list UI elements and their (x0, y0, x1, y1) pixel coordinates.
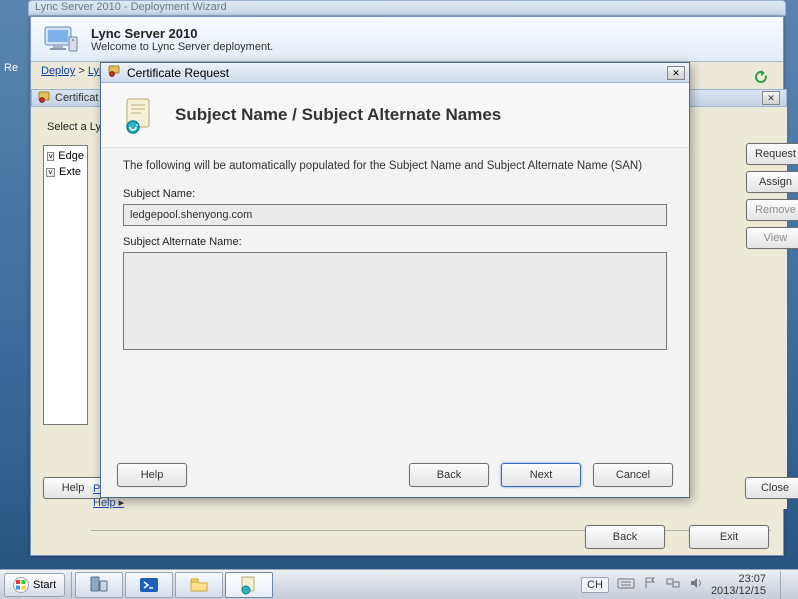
dialog-body: The following will be automatically popu… (101, 148, 689, 362)
dialog-back-button[interactable]: Back (409, 463, 489, 487)
ime-indicator[interactable]: CH (581, 577, 609, 593)
powershell-icon (138, 575, 160, 595)
request-button[interactable]: Request (746, 143, 798, 165)
refresh-icon[interactable] (753, 69, 769, 88)
dialog-cancel-button[interactable]: Cancel (593, 463, 673, 487)
monitor-server-icon (41, 23, 81, 55)
clock-time: 23:07 (711, 573, 766, 585)
parent-window-title: Lync Server 2010 - Deployment Wizard (35, 1, 227, 13)
taskbar: Start CH (0, 569, 798, 599)
dialog-help-button[interactable]: Help (117, 463, 187, 487)
certificate-window-title: Certificat (55, 92, 98, 104)
view-button[interactable]: View (746, 227, 798, 249)
certificate-icon (38, 91, 50, 106)
tree-collapse-icon[interactable]: ˅ (46, 168, 55, 177)
windows-logo-icon (13, 577, 29, 593)
taskbar-item-lync-deployment[interactable] (225, 572, 273, 598)
back-button[interactable]: Back (585, 525, 665, 549)
dialog-info-text: The following will be automatically popu… (123, 160, 667, 172)
network-icon[interactable] (665, 576, 681, 593)
close-icon[interactable]: ✕ (762, 91, 780, 105)
breadcrumb-link-deploy[interactable]: Deploy (41, 65, 75, 77)
server-manager-icon (88, 575, 110, 595)
clock-date: 2013/12/15 (711, 585, 766, 597)
deployment-subtitle: Welcome to Lync Server deployment. (91, 41, 273, 53)
deployment-header: Lync Server 2010 Welcome to Lync Server … (31, 17, 783, 62)
deployment-title: Lync Server 2010 (91, 26, 273, 41)
certificate-task-icon (238, 575, 260, 595)
subject-name-label: Subject Name: (123, 188, 667, 200)
san-label: Subject Alternate Name: (123, 236, 667, 248)
dialog-icon (107, 64, 121, 81)
system-tray: CH 23:07 2013/12/15 (573, 571, 798, 599)
deployment-footer-buttons: Back Exit (585, 525, 769, 549)
tree-row: ˅ Exte (44, 164, 87, 180)
dialog-header: Subject Name / Subject Alternate Names (101, 83, 689, 148)
start-label: Start (33, 579, 56, 591)
desktop: Lync Server 2010 - Deployment Wizard Re … (0, 0, 798, 599)
taskbar-item-powershell[interactable] (125, 572, 173, 598)
tree-row: ˅ Edge (44, 148, 87, 164)
dialog-titlebar[interactable]: Certificate Request ✕ (101, 63, 689, 83)
flag-icon[interactable] (643, 576, 657, 593)
tree-item-edge[interactable]: Edge (58, 150, 84, 162)
taskbar-item-server-manager[interactable] (75, 572, 123, 598)
taskbar-item-explorer[interactable] (175, 572, 223, 598)
certificate-request-dialog: Certificate Request ✕ Subject Name / Sub… (100, 62, 690, 498)
certificate-tree[interactable]: ˅ Edge ˅ Exte (43, 145, 88, 425)
dialog-footer: Help Back Next Cancel (117, 463, 673, 487)
keyboard-icon[interactable] (617, 576, 635, 593)
certificate-action-buttons: Request Assign Remove View (746, 143, 798, 249)
remove-button[interactable]: Remove (746, 199, 798, 221)
dialog-heading: Subject Name / Subject Alternate Names (175, 105, 501, 125)
exit-button[interactable]: Exit (689, 525, 769, 549)
close-icon[interactable]: ✕ (667, 66, 685, 80)
breadcrumb-separator: > (78, 65, 84, 77)
tree-collapse-icon[interactable]: ˅ (47, 152, 54, 161)
san-listbox[interactable] (123, 252, 667, 350)
parent-window-titlebar: Lync Server 2010 - Deployment Wizard (28, 0, 786, 16)
close-button[interactable]: Close (745, 477, 798, 499)
chevron-right-icon: ▸ (116, 497, 125, 509)
clock[interactable]: 23:07 2013/12/15 (711, 573, 766, 597)
taskbar-separator (71, 572, 72, 598)
dialog-next-button[interactable]: Next (501, 463, 581, 487)
start-button[interactable]: Start (4, 573, 65, 597)
certificate-big-icon (119, 95, 159, 135)
tree-item-exte[interactable]: Exte (59, 166, 81, 178)
subject-name-input[interactable] (123, 204, 667, 226)
volume-icon[interactable] (689, 576, 703, 593)
show-desktop-button[interactable] (780, 571, 790, 599)
dialog-title: Certificate Request (127, 66, 229, 80)
background-text: Re (4, 62, 18, 74)
folder-icon (188, 575, 210, 595)
assign-button[interactable]: Assign (746, 171, 798, 193)
